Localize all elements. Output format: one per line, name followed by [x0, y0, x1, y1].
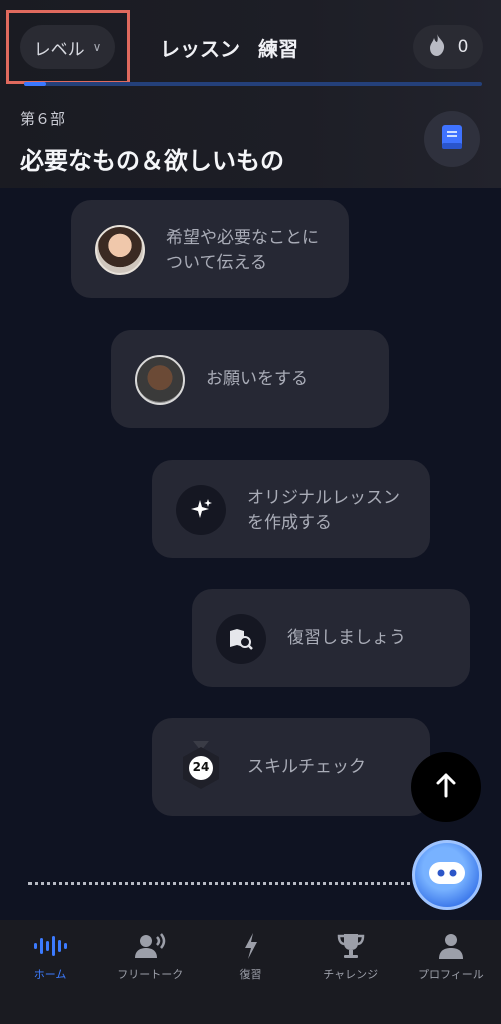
lesson-card-4[interactable]: 復習しましょう	[192, 589, 470, 687]
lesson-title: スキルチェック	[247, 757, 366, 777]
lesson-title: 復習しましょう	[287, 628, 406, 648]
nav-free-talk[interactable]: フリートーク	[100, 920, 200, 1024]
assistant-bot-button[interactable]	[412, 840, 482, 910]
progress-track	[24, 82, 482, 86]
arrow-up-icon	[435, 772, 457, 802]
review-icon	[216, 614, 266, 664]
progress-fill	[24, 82, 46, 86]
badge-icon: 24	[176, 741, 226, 793]
tab-bar: レッスン 練習	[160, 33, 298, 62]
nav-review[interactable]: 復習	[200, 920, 300, 1024]
lightning-icon	[243, 932, 259, 960]
book-icon	[440, 123, 464, 155]
bot-face-icon	[427, 858, 467, 892]
section-title: 必要なもの＆欲しいもの	[20, 147, 284, 175]
streak-counter[interactable]: 0	[413, 25, 483, 69]
flame-icon	[428, 33, 446, 62]
lesson-card-5[interactable]: 24 スキルチェック	[152, 718, 430, 816]
nav-home[interactable]: ホーム	[0, 920, 100, 1024]
avatar	[95, 225, 145, 275]
bottom-navigation: ホーム フリートーク 復習 チャレンジ プロフィール	[0, 920, 501, 1024]
lesson-title: 希望や必要なことに ついて伝える	[166, 226, 319, 276]
section-label: 第６部	[20, 110, 66, 128]
dotted-divider	[28, 882, 418, 885]
lesson-card-1[interactable]: 希望や必要なことに ついて伝える	[71, 200, 349, 298]
streak-count: 0	[457, 37, 469, 57]
lesson-title-line1: 希望や必要なことに	[166, 228, 319, 248]
badge-number: 24	[192, 760, 210, 774]
highlight-box	[6, 10, 130, 84]
person-icon	[438, 932, 464, 960]
nav-challenge[interactable]: チャレンジ	[301, 920, 401, 1024]
book-button[interactable]	[424, 111, 480, 167]
lesson-title: お願いをする	[206, 369, 308, 389]
nav-profile[interactable]: プロフィール	[401, 920, 501, 1024]
tab-lessons[interactable]: レッスン	[160, 33, 240, 62]
lesson-title: オリジナルレッスン を作成する	[247, 486, 400, 536]
avatar	[135, 355, 185, 405]
sparkle-icon	[176, 485, 226, 535]
speaking-person-icon	[133, 932, 167, 960]
header: レベル ∨ レッスン 練習 0 第６部 必要なもの＆欲しいもの	[0, 0, 501, 188]
lesson-title-line2: を作成する	[247, 513, 332, 533]
lesson-card-2[interactable]: お願いをする	[111, 330, 389, 428]
scroll-to-top-button[interactable]	[411, 752, 481, 822]
lesson-title-line2: ついて伝える	[166, 253, 267, 273]
nav-label: ホーム	[33, 968, 67, 981]
trophy-icon	[337, 932, 365, 960]
nav-label: チャレンジ	[323, 968, 379, 981]
waveform-icon	[33, 932, 68, 960]
nav-label: フリートーク	[117, 968, 184, 981]
tab-practice[interactable]: 練習	[258, 33, 298, 62]
nav-label: プロフィール	[418, 968, 484, 981]
lesson-title-line1: オリジナルレッスン	[247, 488, 400, 508]
nav-label: 復習	[239, 968, 262, 981]
lesson-card-3[interactable]: オリジナルレッスン を作成する	[152, 460, 430, 558]
